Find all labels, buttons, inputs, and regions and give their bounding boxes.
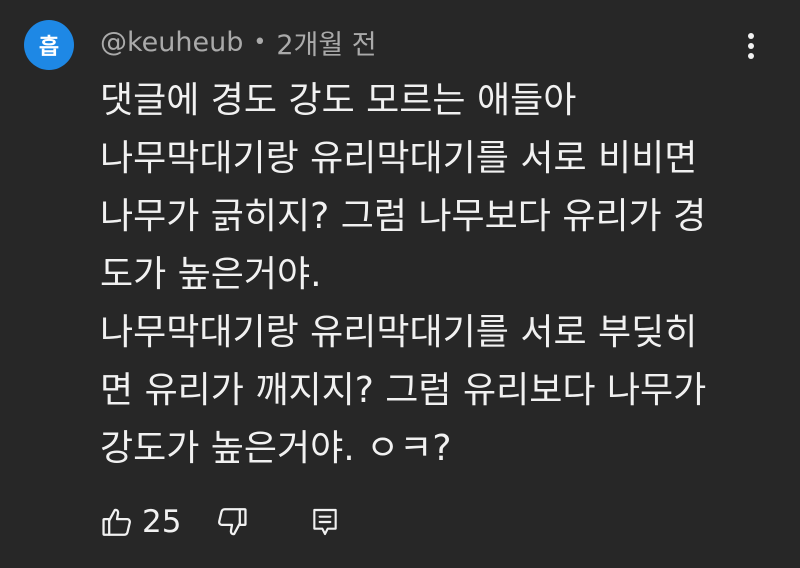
comment-line: 강도가 높은거야. ㅇㅋ? bbox=[100, 428, 452, 469]
header-separator: • bbox=[253, 29, 267, 55]
comment-timestamp[interactable]: 2개월 전 bbox=[276, 23, 376, 62]
thumbs-down-icon bbox=[218, 508, 248, 536]
comment-body: 댓글에 경도 강도 모르는 애들아 나무막대기랑 유리막대기를 서로 비비면 나… bbox=[100, 72, 780, 478]
reply-icon bbox=[313, 508, 338, 536]
comment-line: 면 유리가 깨지지? 그럼 유리보다 나무가 bbox=[100, 370, 707, 411]
comment-header: @keuheub • 2개월 전 bbox=[100, 22, 377, 62]
thumbs-up-icon bbox=[102, 508, 131, 536]
comment: 흡 @keuheub • 2개월 전 댓글에 경도 강도 모르는 애들아 나무막… bbox=[0, 0, 800, 568]
reply-button[interactable] bbox=[309, 500, 341, 544]
avatar[interactable]: 흡 bbox=[24, 20, 74, 70]
like-button[interactable]: 25 bbox=[100, 500, 215, 544]
like-count: 25 bbox=[142, 504, 182, 540]
comment-line: 도가 높은거야. bbox=[100, 254, 322, 295]
dislike-button[interactable] bbox=[215, 500, 249, 544]
comment-line: 나무가 긁히지? 그럼 나무보다 유리가 경 bbox=[100, 196, 707, 237]
more-options-button[interactable] bbox=[734, 26, 768, 66]
author-name[interactable]: @keuheub bbox=[100, 27, 243, 58]
comment-line: 나무막대기랑 유리막대기를 서로 비비면 bbox=[100, 138, 698, 179]
comment-actions: 25 bbox=[100, 500, 341, 544]
comment-line: 댓글에 경도 강도 모르는 애들아 bbox=[100, 80, 577, 121]
comment-line: 나무막대기랑 유리막대기를 서로 부딪히 bbox=[100, 312, 698, 353]
more-vert-icon bbox=[748, 33, 754, 59]
avatar-initial: 흡 bbox=[38, 35, 60, 60]
